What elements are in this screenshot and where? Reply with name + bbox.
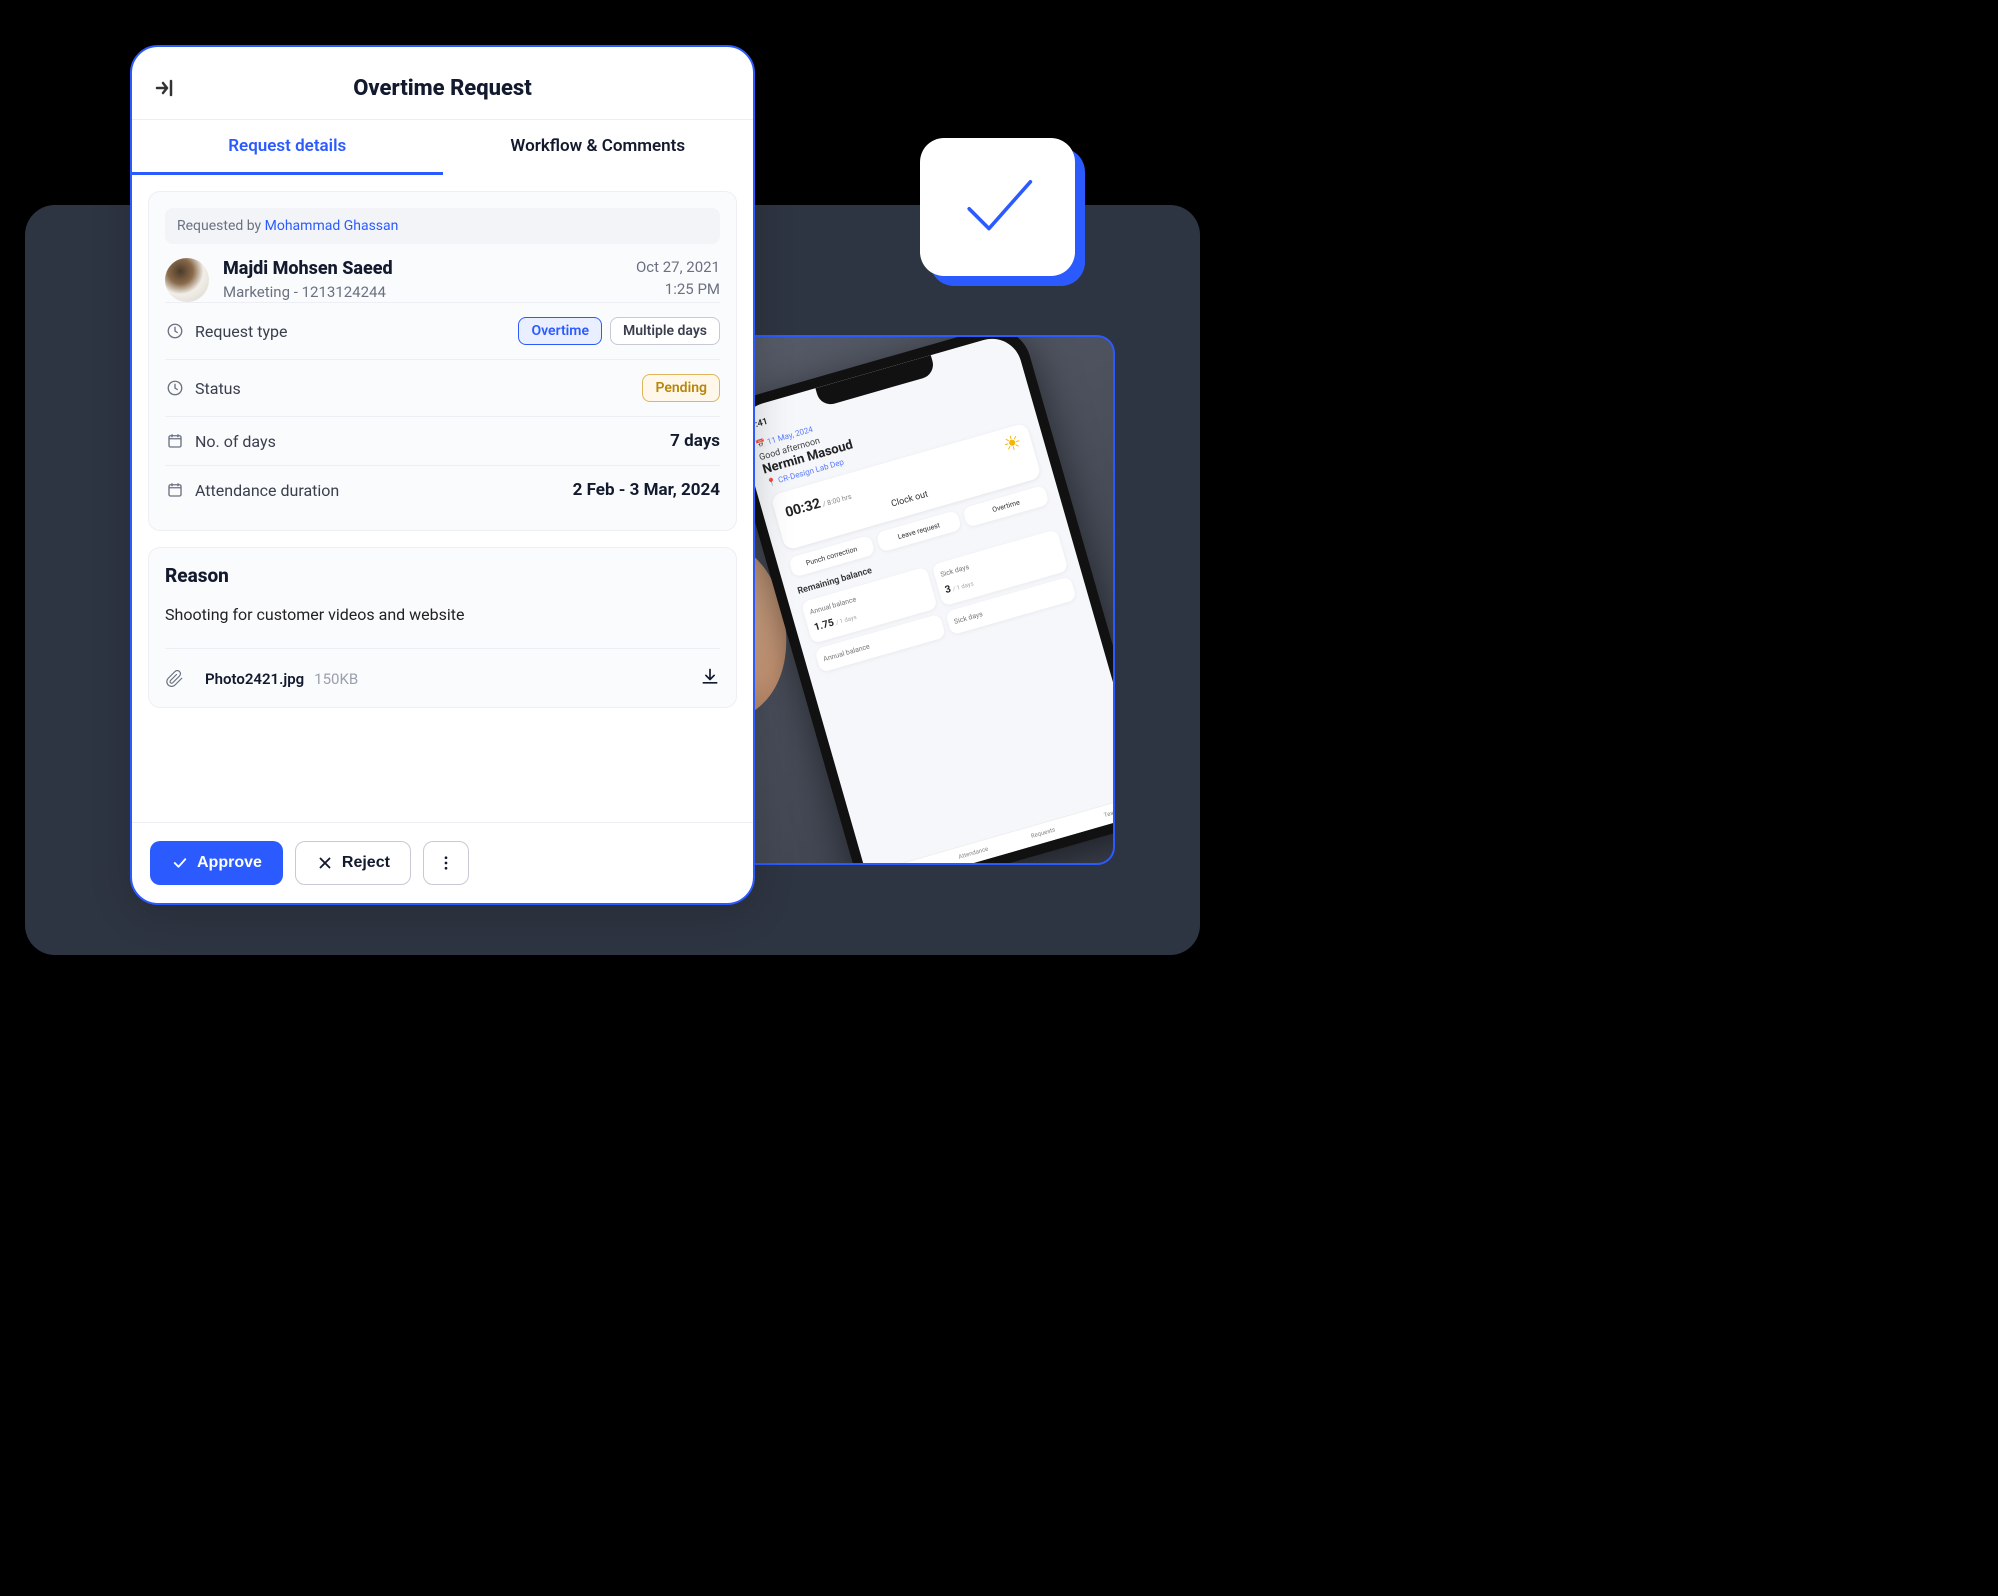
collapse-panel-icon[interactable] xyxy=(152,75,178,101)
person-time: 1:25 PM xyxy=(636,280,720,298)
phone-balance-sick-sub: / 1 days xyxy=(952,580,974,593)
modal-title: Overtime Request xyxy=(178,76,707,101)
requested-by-prefix: Requested by xyxy=(177,218,265,234)
download-icon[interactable] xyxy=(700,667,720,691)
reject-button[interactable]: Reject xyxy=(295,841,411,885)
calendar-icon xyxy=(165,431,185,451)
status-value: Pending xyxy=(642,374,720,402)
status-label: Status xyxy=(195,379,642,398)
person-name: Majdi Mohsen Saeed xyxy=(223,258,622,279)
reason-title: Reason xyxy=(165,564,720,587)
paperclip-icon xyxy=(165,669,185,689)
person-date: Oct 27, 2021 xyxy=(636,258,720,276)
person-subline: Marketing - 1213124244 xyxy=(223,283,622,301)
details-card: Requested by Mohammad Ghassan Majdi Mohs… xyxy=(148,191,737,531)
clock-icon xyxy=(165,378,185,398)
row-request-type: Request type Overtime Multiple days xyxy=(165,302,720,359)
requested-by-link[interactable]: Mohammad Ghassan xyxy=(265,218,399,234)
clock-icon xyxy=(165,321,185,341)
phone-nav-requests[interactable]: Requests xyxy=(1007,820,1079,847)
phone-balance-annual-sub: / 1 days xyxy=(835,614,857,627)
reject-label: Reject xyxy=(342,854,390,872)
requested-by-banner: Requested by Mohammad Ghassan xyxy=(165,208,720,244)
person-info: Majdi Mohsen Saeed Marketing - 121312424… xyxy=(223,258,622,301)
request-type-value: Overtime Multiple days xyxy=(518,317,720,345)
phone-bottom-nav: Home Attendance Requests Teams xyxy=(866,793,1115,865)
duration-label: Attendance duration xyxy=(195,481,573,500)
row-days: No. of days 7 days xyxy=(165,416,720,465)
badge-overtime: Overtime xyxy=(518,317,602,345)
attachment-name: Photo2421.jpg xyxy=(205,670,304,688)
avatar xyxy=(165,258,209,302)
reason-text: Shooting for customer videos and website xyxy=(165,605,720,624)
sun-icon: ☀ xyxy=(1002,435,1023,451)
more-button[interactable] xyxy=(423,841,469,885)
check-icon xyxy=(171,854,189,872)
phone-nav-teams[interactable]: Teams xyxy=(1077,800,1115,827)
close-icon xyxy=(316,854,334,872)
phone-clock-time: 00:32 xyxy=(784,496,823,521)
approve-button[interactable]: Approve xyxy=(150,841,283,885)
tab-request-details[interactable]: Request details xyxy=(132,120,443,175)
person-row: Majdi Mohsen Saeed Marketing - 121312424… xyxy=(165,258,720,302)
tab-workflow-comments[interactable]: Workflow & Comments xyxy=(443,120,754,175)
calendar-icon xyxy=(165,480,185,500)
person-meta: Oct 27, 2021 1:25 PM xyxy=(636,258,720,298)
phone-nav-home[interactable]: Home xyxy=(868,860,940,865)
phone-nav-attendance[interactable]: Attendance xyxy=(938,840,1010,865)
phone-clock-total: / 8:00 hrs xyxy=(822,493,853,509)
checkmark-icon xyxy=(953,162,1043,252)
days-label: No. of days xyxy=(195,432,670,451)
more-vertical-icon xyxy=(437,854,455,872)
status-badge: Pending xyxy=(642,374,720,402)
request-type-label: Request type xyxy=(195,322,518,341)
phone-device: 9:41 📅 11 May, 2024 Good afternoon Nermi… xyxy=(721,335,1115,865)
approve-label: Approve xyxy=(197,854,262,872)
modal-footer: Approve Reject xyxy=(132,822,753,903)
attachment-row: Photo2421.jpg 150KB xyxy=(165,648,720,691)
days-value: 7 days xyxy=(670,431,720,451)
phone-balance-annual-value: 1.75 xyxy=(813,617,835,633)
duration-value: 2 Feb - 3 Mar, 2024 xyxy=(573,480,720,500)
phone-screen: 9:41 📅 11 May, 2024 Good afternoon Nermi… xyxy=(734,335,1115,865)
tabs: Request details Workflow & Comments xyxy=(132,119,753,175)
row-status: Status Pending xyxy=(165,359,720,416)
row-duration: Attendance duration 2 Feb - 3 Mar, 2024 xyxy=(165,465,720,514)
reason-card: Reason Shooting for customer videos and … xyxy=(148,547,737,708)
overtime-request-modal: Overtime Request Request details Workflo… xyxy=(130,45,755,905)
modal-header: Overtime Request xyxy=(132,47,753,119)
modal-body: Requested by Mohammad Ghassan Majdi Mohs… xyxy=(132,175,753,822)
badge-multiple-days: Multiple days xyxy=(610,317,720,345)
attachment-size: 150KB xyxy=(314,670,358,688)
phone-balance-sick-value: 3 xyxy=(944,584,953,596)
checkmark-card xyxy=(920,138,1075,276)
